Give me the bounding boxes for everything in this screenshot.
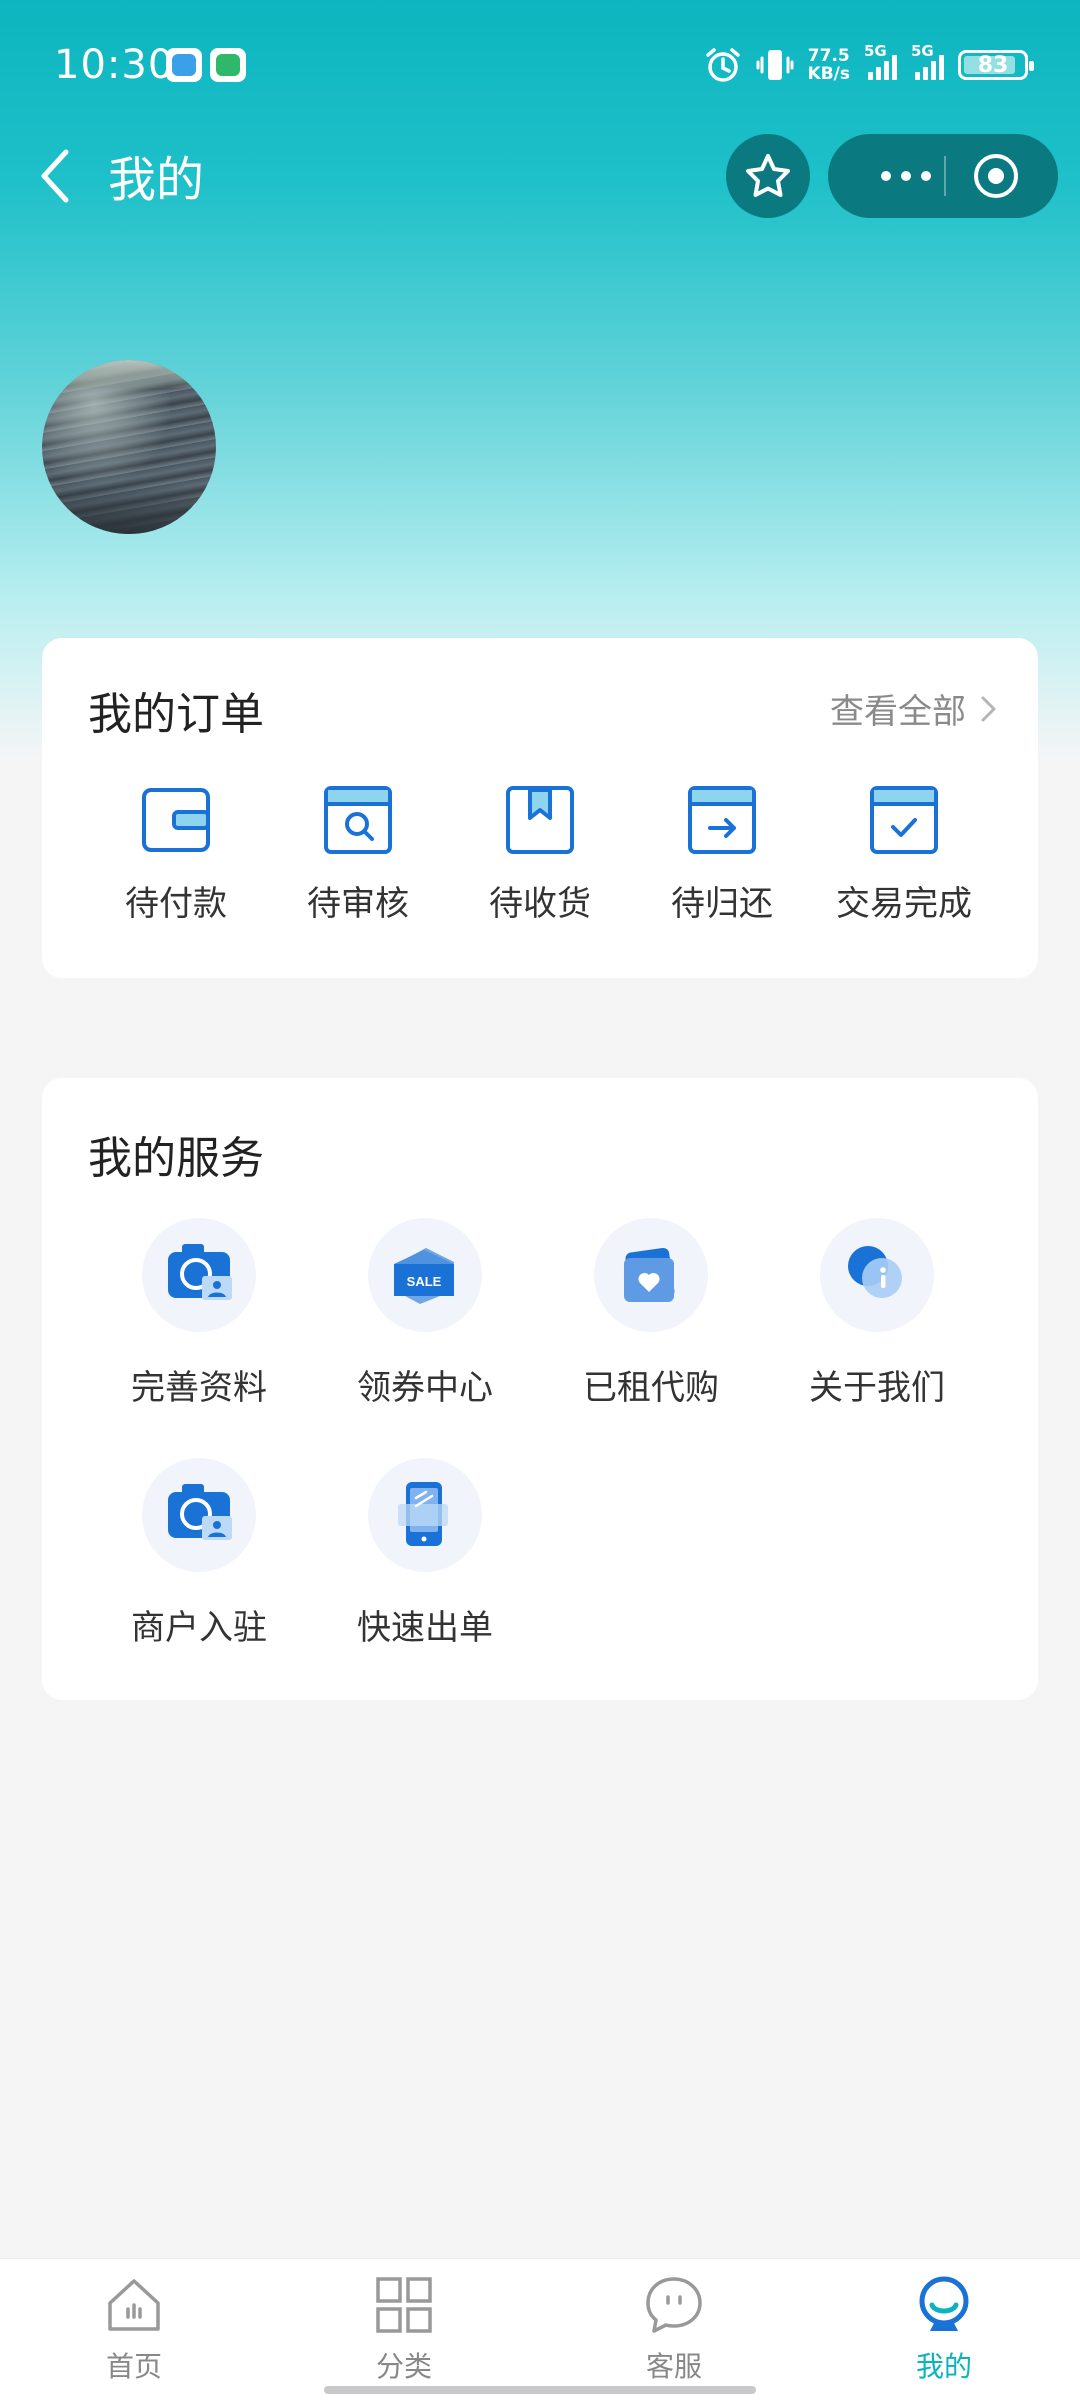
profile-icon — [919, 2276, 969, 2331]
order-item-label: 待收货 — [489, 884, 591, 924]
return-arrow-icon — [688, 786, 756, 854]
package-icon — [506, 786, 574, 854]
services-card: 我的服务 完善资料 SALE 领券中心 已租代购 关于我们 商户入驻 快速出单 — [42, 1078, 1038, 1700]
chevron-right-icon — [981, 696, 996, 721]
order-pending-payment[interactable]: 待付款 — [86, 784, 266, 925]
check-done-icon — [870, 786, 938, 854]
tab-label: 我的 — [915, 2350, 972, 2383]
status-bar: 10:30 77.5 KB/s 5G 5G 83 — [0, 0, 1080, 130]
signal-icon-2: 5G — [911, 42, 944, 80]
service-item-label: 已租代购 — [583, 1368, 719, 1408]
service-rented-purchased[interactable]: 已租代购 — [538, 1218, 764, 1409]
tab-label: 客服 — [645, 2350, 702, 2383]
sale-coupon-icon: SALE — [368, 1218, 482, 1332]
vibrate-icon — [756, 46, 794, 84]
camera-merchant-icon — [142, 1458, 256, 1572]
order-pending-review[interactable]: 待审核 — [268, 784, 448, 925]
signal-icon: 5G — [864, 42, 897, 80]
service-item-label: 完善资料 — [131, 1368, 267, 1408]
chat-app-icon — [166, 48, 202, 82]
order-pending-receipt[interactable]: 待收货 — [450, 784, 630, 925]
order-item-label: 待付款 — [125, 884, 227, 924]
avatar[interactable] — [42, 360, 216, 534]
service-complete-profile[interactable]: 完善资料 — [86, 1218, 312, 1409]
order-item-label: 交易完成 — [836, 884, 972, 924]
view-all-label: 查看全部 — [830, 692, 966, 732]
battery-icon: 83 — [958, 50, 1034, 80]
tab-mine[interactable]: 我的 — [844, 2273, 1044, 2385]
home-icon — [108, 2279, 160, 2331]
network-speed: 77.5 KB/s — [807, 46, 850, 84]
service-item-label: 商户入驻 — [131, 1608, 267, 1648]
service-coupon-center[interactable]: SALE 领券中心 — [312, 1218, 538, 1409]
close-miniprogram-button[interactable] — [972, 152, 1020, 200]
services-title: 我的服务 — [88, 1133, 264, 1184]
tab-label: 分类 — [375, 2350, 432, 2383]
miniprogram-capsule — [828, 134, 1058, 218]
order-completed[interactable]: 交易完成 — [814, 784, 994, 925]
info-icon — [820, 1218, 934, 1332]
more-button[interactable] — [864, 158, 948, 194]
alarm-icon — [704, 46, 742, 84]
home-indicator[interactable] — [324, 2386, 756, 2394]
home-app-icon — [210, 48, 246, 82]
bottom-tab-bar: 首页 分类 客服 我的 — [0, 2258, 1080, 2400]
page-title: 我的 — [108, 152, 205, 208]
service-quick-order[interactable]: 快速出单 — [312, 1458, 538, 1649]
tab-label: 首页 — [105, 2350, 162, 2383]
order-item-label: 待审核 — [307, 884, 409, 924]
service-item-label: 领券中心 — [357, 1368, 493, 1408]
tab-category[interactable]: 分类 — [304, 2273, 504, 2385]
status-time: 10:30 — [54, 42, 175, 88]
order-pending-return[interactable]: 待归还 — [632, 784, 812, 925]
service-about-us[interactable]: 关于我们 — [764, 1218, 990, 1409]
camera-profile-icon — [142, 1218, 256, 1332]
battery-level: 83 — [977, 52, 1009, 78]
target-icon — [974, 154, 1018, 198]
order-item-label: 待归还 — [671, 884, 773, 924]
tab-home[interactable]: 首页 — [34, 2273, 234, 2385]
favorite-button[interactable] — [726, 134, 810, 218]
phone-order-icon — [368, 1458, 482, 1572]
heart-bag-icon — [594, 1218, 708, 1332]
view-all-orders-link[interactable]: 查看全部 — [830, 684, 998, 733]
star-icon — [746, 154, 790, 197]
service-item-label: 关于我们 — [809, 1368, 945, 1408]
review-search-icon — [324, 786, 392, 854]
svg-text:SALE: SALE — [407, 1274, 442, 1289]
service-merchant-join[interactable]: 商户入驻 — [86, 1458, 312, 1649]
grid-icon — [376, 2277, 432, 2333]
orders-card: 我的订单 查看全部 待付款 待审核 待收货 待归还 交易完成 — [42, 638, 1038, 978]
service-item-label: 快速出单 — [357, 1608, 493, 1648]
back-button[interactable] — [36, 146, 76, 206]
wallet-icon — [142, 788, 210, 852]
chat-bubble-icon — [646, 2277, 702, 2333]
orders-title: 我的订单 — [88, 689, 264, 740]
chevron-left-icon — [41, 149, 69, 203]
tab-customer-service[interactable]: 客服 — [574, 2273, 774, 2385]
